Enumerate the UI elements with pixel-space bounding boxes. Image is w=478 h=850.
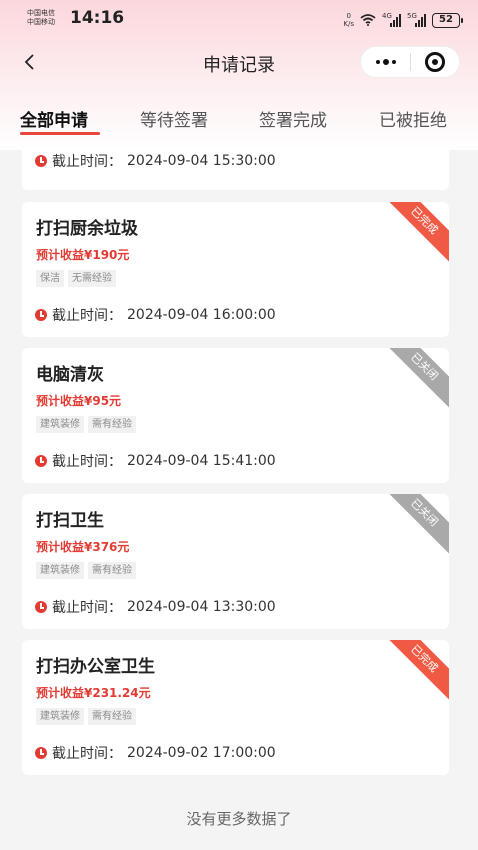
deadline-row: 截止时间： 2024-09-02 17:00:00 [35,743,276,763]
job-title: 电脑清灰 [36,365,104,385]
target-icon [424,52,445,72]
deadline-label: 截止时间： [52,746,122,762]
application-card[interactable]: 打扫厨余垃圾 预计收益¥190元 保洁 无需经验 截止时间： 2024-09-0… [22,202,449,337]
no-more-data: 没有更多数据了 [186,810,292,828]
tab-bar: 全部申请 等待签署 签署完成 已被拒绝 [0,100,478,140]
job-title: 打扫办公室卫生 [36,657,155,677]
tag-list: 建筑装修 需有经验 [36,416,136,433]
application-card[interactable]: 打扫办公室卫生 预计收益¥231.24元 建筑装修 需有经验 截止时间： 202… [22,640,449,775]
deadline-row: 截止时间： 2024-09-04 15:30:00 [35,151,276,171]
deadline-label: 截止时间： [52,154,122,170]
clock-icon [35,309,47,321]
deadline-value: 2024-09-04 16:00:00 [127,307,276,323]
status-ribbon: 已完成 [377,640,449,706]
deadline-row: 截止时间： 2024-09-04 15:41:00 [35,451,276,471]
signal-2-label: 5G [407,12,417,20]
status-ribbon: 已关闭 [377,348,449,414]
application-card[interactable]: 截止时间： 2024-09-04 15:30:00 [22,150,449,190]
tag-list: 保洁 无需经验 [36,270,116,287]
tag: 建筑装修 [36,562,84,579]
expected-income: 预计收益¥95元 [36,394,122,408]
clock-icon [35,747,47,759]
tab-all[interactable]: 全部申请 [20,106,88,131]
job-title: 打扫厨余垃圾 [36,219,138,239]
wifi-icon [360,14,376,26]
tag: 保洁 [36,270,64,287]
network-speed: 0 K/s [343,12,354,28]
clock-icon [35,155,47,167]
tag: 建筑装修 [36,416,84,433]
active-tab-indicator [20,132,100,135]
battery-icon: 52 [432,12,463,28]
speed-unit: K/s [343,20,354,28]
expected-income: 预计收益¥190元 [36,248,130,262]
status-ribbon: 已关闭 [377,494,449,560]
job-title: 打扫卫生 [36,511,104,531]
signal-1-label: 4G [382,12,392,20]
carrier-1: 中国电信 [27,9,55,17]
carrier-2: 中国移动 [27,18,55,26]
tag: 需有经验 [88,708,136,725]
deadline-value: 2024-09-04 15:30:00 [127,153,276,169]
deadline-value: 2024-09-04 15:41:00 [127,453,276,469]
tag-list: 建筑装修 需有经验 [36,562,136,579]
status-bar: 中国电信 中国移动 14:16 0 K/s 4G 5G 52 [0,0,478,40]
application-list[interactable]: 截止时间： 2024-09-04 15:30:00 打扫厨余垃圾 预计收益¥19… [0,150,478,850]
status-icons: 0 K/s 4G 5G 52 [343,10,463,30]
deadline-label: 截止时间： [52,308,122,324]
carrier-info: 中国电信 中国移动 [27,9,55,27]
tab-signed[interactable]: 签署完成 [259,106,327,131]
application-card[interactable]: 电脑清灰 预计收益¥95元 建筑装修 需有经验 截止时间： 2024-09-04… [22,348,449,483]
tag: 需有经验 [88,416,136,433]
deadline-label: 截止时间： [52,454,122,470]
application-card[interactable]: 打扫卫生 预计收益¥376元 建筑装修 需有经验 截止时间： 2024-09-0… [22,494,449,629]
close-miniprogram-button[interactable] [411,52,459,72]
expected-income: 预计收益¥376元 [36,540,130,554]
tag: 建筑装修 [36,708,84,725]
clock-icon [35,455,47,467]
tag: 无需经验 [68,270,116,287]
deadline-label: 截止时间： [52,600,122,616]
tab-rejected[interactable]: 已被拒绝 [379,106,447,131]
nav-bar: 申请记录 [0,40,478,86]
mini-program-capsule [360,46,460,78]
deadline-value: 2024-09-04 13:30:00 [127,599,276,615]
tab-pending[interactable]: 等待签署 [140,106,208,131]
speed-value: 0 [346,12,351,20]
tag-list: 建筑装修 需有经验 [36,708,136,725]
signal-icon-1: 4G [382,12,401,27]
more-icon[interactable] [361,59,410,65]
status-ribbon: 已完成 [377,202,449,268]
expected-income: 预计收益¥231.24元 [36,686,151,700]
deadline-row: 截止时间： 2024-09-04 16:00:00 [35,305,276,325]
clock-icon [35,601,47,613]
deadline-row: 截止时间： 2024-09-04 13:30:00 [35,597,276,617]
tag: 需有经验 [88,562,136,579]
status-time: 14:16 [70,8,125,28]
signal-icon-2: 5G [407,12,426,27]
deadline-value: 2024-09-02 17:00:00 [127,745,276,761]
